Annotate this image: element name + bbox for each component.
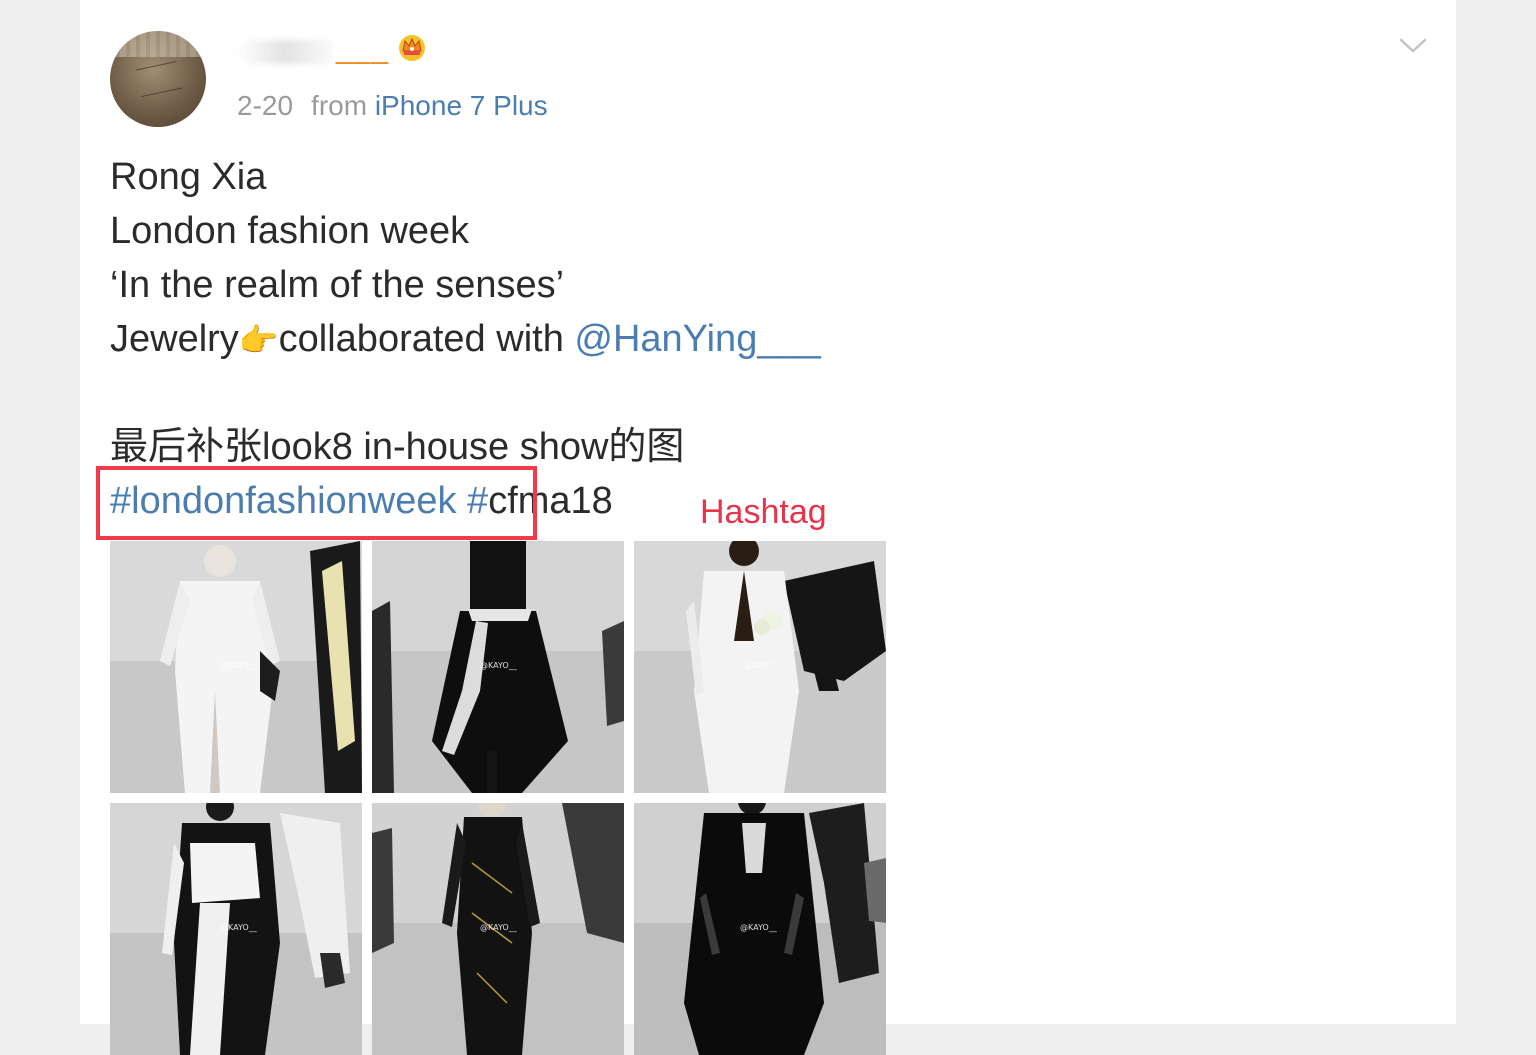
post-line-jewelry: Jewelry👉collaborated with @HanYing___ <box>110 312 821 366</box>
runway-photo-1[interactable]: @KAYO__ <box>110 541 362 793</box>
runway-photo-3[interactable]: @KAYO__ <box>634 541 886 793</box>
mention-link[interactable]: @HanYing___ <box>574 318 820 360</box>
photo-watermark: @KAYO__ <box>744 661 781 670</box>
runway-photo-6[interactable]: @KAYO__ <box>634 803 886 1055</box>
hashtag-remainder: cfma18 <box>488 480 613 522</box>
chevron-down-icon[interactable] <box>1398 36 1428 56</box>
photo-watermark: @KAYO__ <box>480 661 517 670</box>
from-label: from <box>311 90 368 121</box>
avatar[interactable] <box>110 31 206 127</box>
weibo-post-card: ___ 2-20 from iPhone 7 Plus Rong Xia Lond… <box>80 0 1456 1055</box>
runway-photo-2[interactable]: @KAYO__ <box>372 541 624 793</box>
post-line-2: London fashion week <box>110 210 470 252</box>
photo-watermark: @KAYO__ <box>220 923 257 932</box>
post-line-3: ‘In the realm of the senses’ <box>110 264 565 306</box>
post-meta: 2-20 from iPhone 7 Plus <box>237 90 548 122</box>
post-line-chinese: 最后补张look8 in-house show的图 <box>110 426 685 468</box>
device-link[interactable]: iPhone 7 Plus <box>375 90 548 121</box>
post-line-1: Rong Xia <box>110 156 267 198</box>
runway-photo-5[interactable]: @KAYO__ <box>372 803 624 1055</box>
username[interactable]: ___ <box>236 30 427 64</box>
pointing-hand-icon: 👉 <box>238 322 279 358</box>
hashtag-link[interactable]: #londonfashionweek # <box>110 480 488 522</box>
runway-photo-4[interactable]: @KAYO__ <box>110 803 362 1055</box>
jewelry-prefix: Jewelry <box>110 318 239 360</box>
crown-icon <box>397 32 427 62</box>
photo-watermark: @KAYO__ <box>220 661 257 670</box>
post-text: Rong Xia London fashion week ‘In the rea… <box>110 150 821 528</box>
jewelry-suffix: collaborated with <box>278 318 575 360</box>
photo-watermark: @KAYO__ <box>480 923 517 932</box>
username-suffix: ___ <box>336 32 390 65</box>
hashtag-annotation-label: Hashtag <box>700 493 827 531</box>
username-blurred <box>236 40 332 64</box>
post-date: 2-20 <box>237 90 294 121</box>
photo-watermark: @KAYO__ <box>740 923 777 932</box>
